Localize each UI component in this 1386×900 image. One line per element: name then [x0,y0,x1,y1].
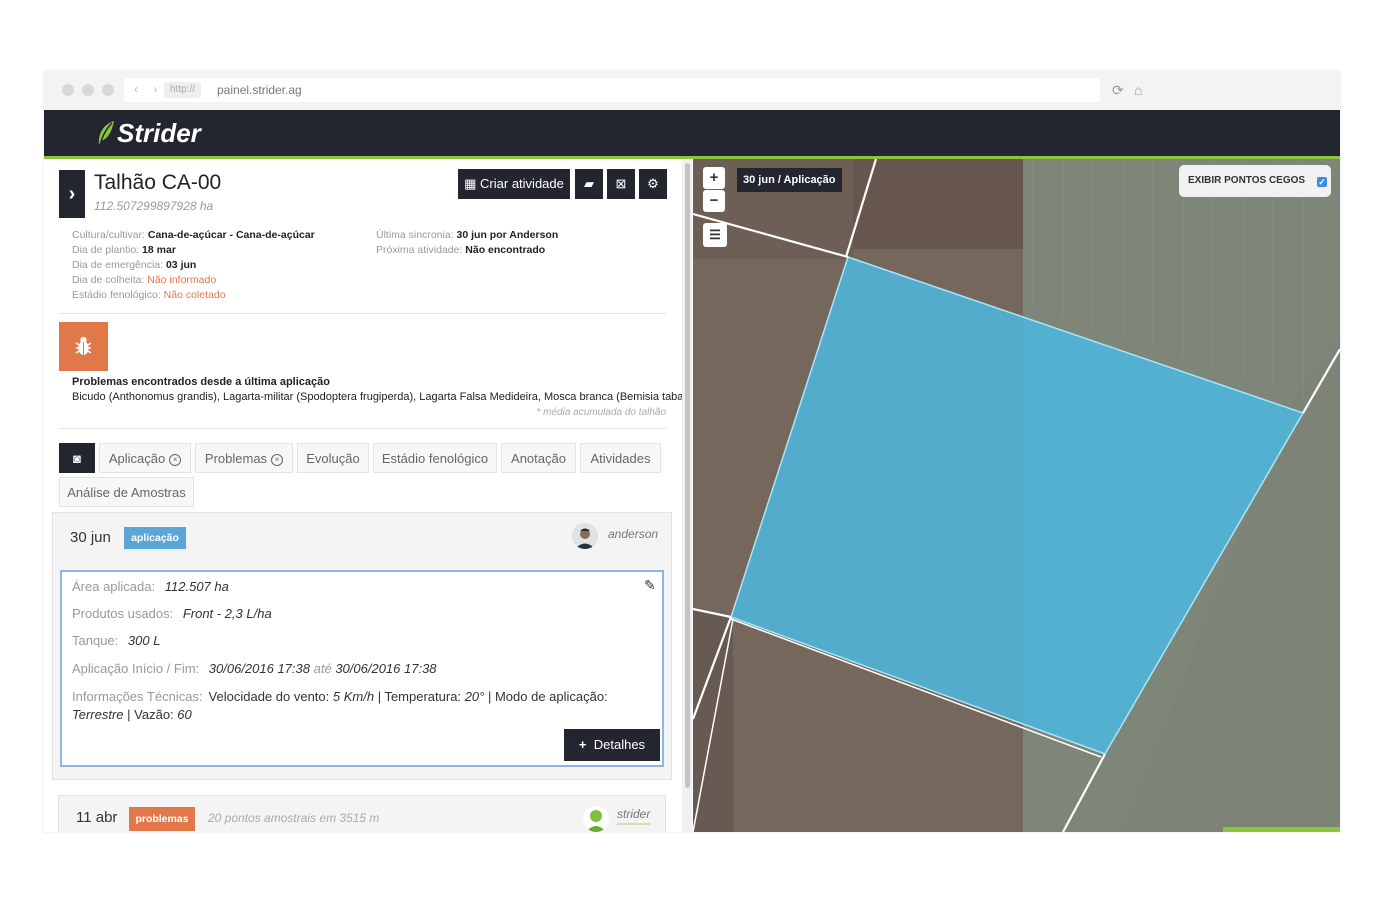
tab-atividades[interactable]: Atividades [580,443,661,473]
export-excel-button[interactable]: ⊠ [607,169,635,199]
period-row: Aplicação Início / Fim: 30/06/2016 17:38… [72,661,437,676]
zoom-out-button[interactable]: − [703,190,725,212]
chevron-right-icon: › [68,183,76,205]
tab-problemas[interactable]: Problemas × [195,443,293,473]
collapse-panel-button[interactable]: › [59,170,85,218]
activity-card-2: 11 abr problemas 20 pontos amostrais em … [58,795,666,832]
remove-filter-icon[interactable]: × [169,453,182,466]
products-row: Produtos usados: Front - 2,3 L/ha [72,606,272,621]
layers-icon: ☰ [709,227,721,242]
layers-button[interactable]: ☰ [703,223,727,247]
activity-date: 30 jun [70,529,111,546]
app-logo[interactable]: Strider [117,118,201,149]
info-phenology: Estádio fenológico: Não coletado [72,289,226,301]
gear-icon: ⚙ [647,176,659,191]
activity-details: ✎ Área aplicada: 112.507 ha Produtos usa… [60,570,664,767]
blind-spots-checkbox[interactable]: ✓ [1317,177,1327,187]
plus-icon: + [578,737,587,752]
settings-button[interactable]: ⚙ [639,169,667,199]
problems-note: * média acumulada do talhão [536,407,666,418]
create-activity-label: Criar atividade [480,176,564,191]
problems-badge [59,322,108,371]
pencil-icon[interactable]: ✎ [644,577,656,594]
avatar [583,806,609,832]
problems-heading: Problemas encontrados desde a última apl… [72,376,330,388]
protocol-label: http:// [164,82,202,98]
default-user-icon [583,806,609,832]
info-culture: Cultura/cultivar: Cana-de-açúcar - Cana-… [72,229,315,241]
zoom-in-button[interactable]: + [703,167,725,189]
map-view[interactable]: + − ☰ 30 jun / Aplicação EXIBIR PONTOS C… [693,159,1340,832]
tech-info-row: Informações Técnicas: Velocidade do vento… [72,689,608,722]
avatar [572,523,598,549]
home-icon[interactable]: ⌂ [1134,82,1142,98]
strider-leaf-icon [98,121,114,146]
tab-anotacao[interactable]: Anotação [501,443,576,473]
info-last-sync: Última sincronia: 30 jun por Anderson [376,229,559,241]
blind-spots-label: EXIBIR PONTOS CEGOS [1188,175,1306,186]
divider [59,313,666,314]
info-emergence: Dia de emergência: 03 jun [72,259,197,271]
details-button[interactable]: + Detalhes [564,729,660,761]
notebook-button[interactable]: ▰ [575,169,603,199]
tab-estadio-fenologico[interactable]: Estádio fenológico [373,443,497,473]
activity-type-badge: aplicação [124,527,186,549]
tab-toggle-all[interactable]: ◙ [59,443,95,473]
remove-filter-icon[interactable]: × [271,453,284,466]
info-next-activity: Próxima atividade: Não encontrado [376,244,546,256]
activity2-type-badge: problemas [129,807,195,831]
window-close-dot[interactable] [62,84,74,96]
tab-analise-amostras[interactable]: Análise de Amostras [59,477,194,507]
app-header: Strider [44,110,1340,159]
calendar-icon: ▦ [464,176,477,191]
tab-aplicacao[interactable]: Aplicação × [99,443,191,473]
map-layer-label: 30 jun / Aplicação [737,168,842,192]
field-title: Talhão CA-00 [94,171,222,194]
activity-card: 30 jun aplicação anderson ✎ Área aplicad… [52,512,672,780]
reload-icon[interactable]: ⟳ [1112,82,1124,99]
tank-row: Tanque: 300 L [72,633,161,648]
activity2-date: 11 abr [76,809,118,826]
activity2-summary: 20 pontos amostrais em 3515 m [208,811,380,825]
browser-window: ‹ › http:// painel.strider.ag ⟳ ⌂ Stride… [44,71,1340,832]
blind-spots-toggle[interactable]: EXIBIR PONTOS CEGOS ✓ [1179,165,1331,197]
activity-user[interactable]: anderson [608,527,658,541]
info-harvest: Dia de colheita: Não informado [72,274,217,286]
url-text[interactable]: painel.strider.ag [217,83,302,97]
info-planting: Dia de plantio: 18 mar [72,244,176,256]
bug-icon [75,336,92,355]
divider [59,428,666,429]
problems-list: Bicudo (Anthonomus grandis), Lagarta-mil… [72,391,692,403]
book-icon: ▰ [584,176,594,191]
tab-evolucao[interactable]: Evolução [297,443,369,473]
field-area: 112.507299897928 ha [94,199,214,213]
activity2-user[interactable]: strider [617,807,651,825]
address-bar[interactable]: ‹ › http:// painel.strider.ag [124,78,1100,102]
window-maximize-dot[interactable] [102,84,114,96]
panel-scrollbar-thumb[interactable] [685,163,690,788]
excel-file-icon: ⊠ [615,176,627,191]
square-circle-icon: ◙ [73,451,81,466]
user-photo-icon [572,523,598,549]
area-row: Área aplicada: 112.507 ha [72,579,229,594]
satellite-imagery [693,159,1340,832]
field-panel: › Talhão CA-00 112.507299897928 ha ▦ Cri… [44,159,692,832]
window-minimize-dot[interactable] [82,84,94,96]
create-activity-button[interactable]: ▦ Criar atividade [458,169,570,199]
browser-chrome: ‹ › http:// painel.strider.ag ⟳ ⌂ [44,71,1340,111]
nav-arrows-icon[interactable]: ‹ › [134,82,163,96]
